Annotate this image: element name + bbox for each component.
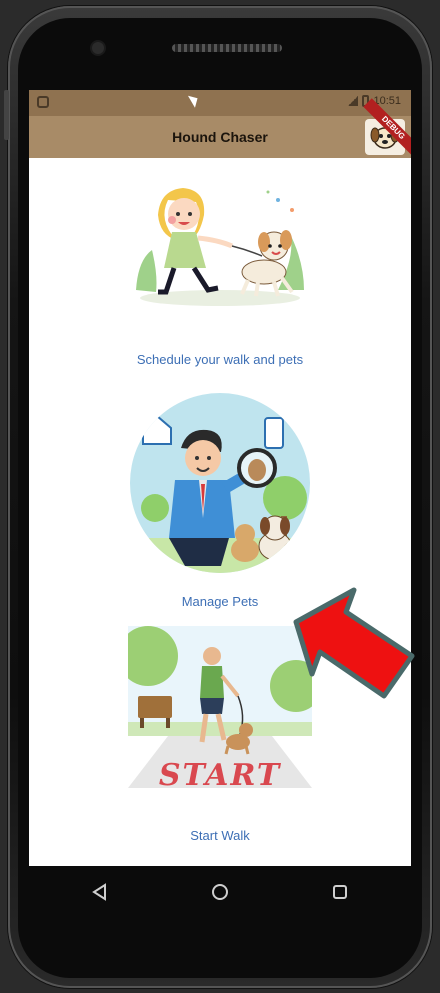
front-camera [92,42,104,54]
man-walking-dog-illustration: START [118,626,322,793]
menu-label-manage-pets[interactable]: Manage Pets [182,594,259,609]
home-icon[interactable] [210,882,230,907]
menu-item-manage-pets[interactable]: Manage Pets [29,388,411,609]
girl-walking-dog-illustration [128,180,312,306]
signal-icon [348,96,359,106]
back-icon[interactable] [90,882,110,907]
notification-icon [37,96,49,108]
side-button [4,90,9,140]
menu-label-schedule[interactable]: Schedule your walk and pets [137,352,303,367]
man-with-magnifying-glass-illustration [125,388,315,578]
menu-label-start-walk[interactable]: Start Walk [190,828,249,843]
red-arrow-pointer-icon [290,584,420,709]
app-bar: Hound Chaser DEBUG [29,98,411,158]
app-screen: 10:51 Hound Chaser DEBUG Schedule your w… [29,90,411,866]
recents-icon[interactable] [330,882,350,907]
menu-item-schedule[interactable]: Schedule your walk and pets [29,180,411,367]
mouse-cursor-icon [187,92,202,108]
app-title: Hound Chaser [172,129,268,145]
status-bar: 10:51 [29,90,411,116]
start-line-text: START [158,758,282,793]
earpiece-speaker [172,44,282,52]
